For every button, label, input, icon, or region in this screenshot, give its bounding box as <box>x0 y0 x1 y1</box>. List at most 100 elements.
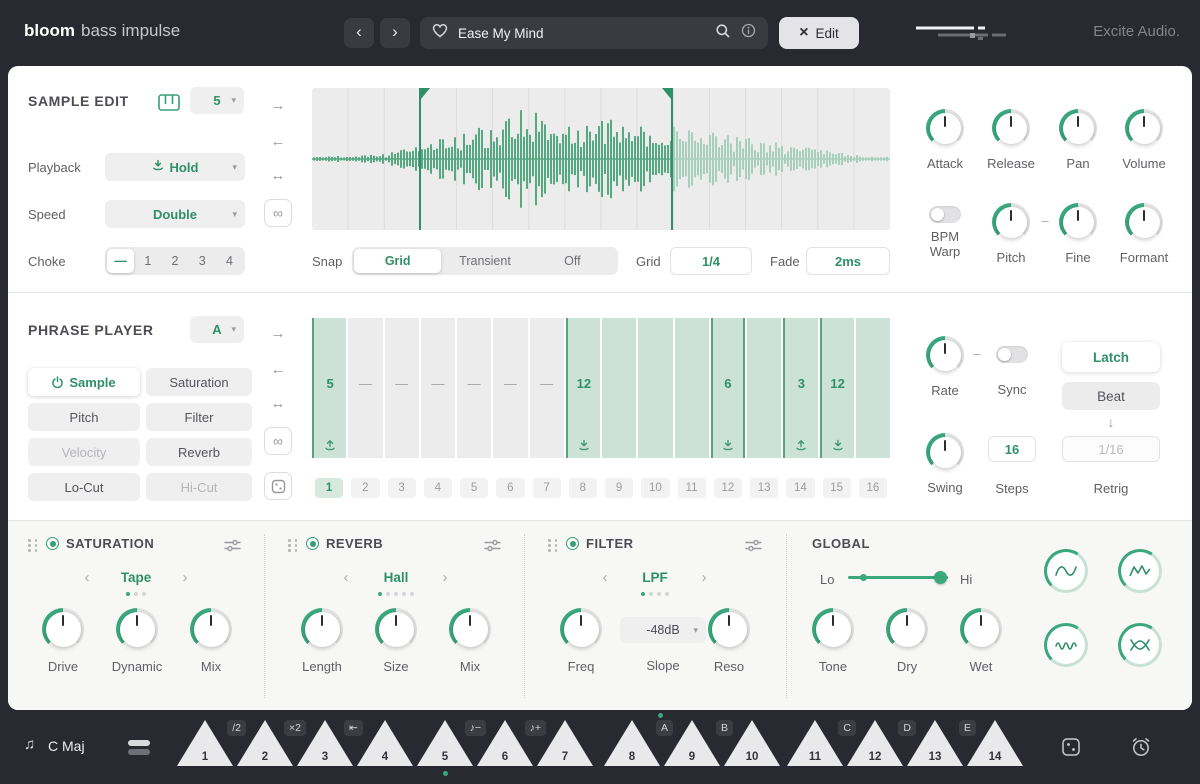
fx-button-velocity[interactable]: Velocity <box>28 438 140 466</box>
bpm-warp-toggle[interactable]: BPMWarp <box>913 206 977 259</box>
loop-infinity-button[interactable]: ∞ <box>264 199 292 227</box>
seq-step-7[interactable]: — <box>530 318 564 458</box>
step-number-4[interactable]: 4 <box>424 478 452 498</box>
knob-dry[interactable] <box>886 608 928 650</box>
seq-step-5[interactable]: — <box>457 318 491 458</box>
sample-end-marker[interactable] <box>671 88 673 230</box>
routing-icon[interactable] <box>224 539 241 557</box>
knob-formant[interactable] <box>1125 203 1163 241</box>
piano-keyboard-button[interactable] <box>154 90 184 114</box>
step-number-10[interactable]: 10 <box>641 478 669 498</box>
phrase-slot-dropdown[interactable]: A ▾ <box>190 316 244 343</box>
grid-value-dropdown[interactable]: 1/4 <box>670 247 752 275</box>
knob-fine[interactable] <box>1059 203 1097 241</box>
seq-step-11[interactable] <box>675 318 709 458</box>
saturation-enable-radio[interactable] <box>46 537 59 550</box>
mod-shape-sine-button[interactable] <box>1044 549 1088 593</box>
knob-wet[interactable] <box>960 608 1002 650</box>
knob-release[interactable] <box>992 109 1030 147</box>
fx-button-saturation[interactable]: Saturation <box>146 368 252 396</box>
pad-11[interactable]: 11C <box>787 720 843 766</box>
seq-step-8[interactable]: 12 <box>566 318 600 458</box>
seq-step-1[interactable]: 5 <box>312 318 346 458</box>
pad-8[interactable]: 8A <box>604 720 660 766</box>
prev-arrow-icon[interactable]: ‹ <box>339 569 353 586</box>
seq-step-3[interactable]: — <box>385 318 419 458</box>
fx-button-pitch[interactable]: Pitch <box>28 403 140 431</box>
seq-step-9[interactable] <box>602 318 636 458</box>
saturation-preset[interactable]: Tape <box>96 570 176 585</box>
option-3[interactable]: 3 <box>189 249 216 273</box>
waveform-display[interactable] <box>312 88 890 230</box>
step-number-5[interactable]: 5 <box>460 478 488 498</box>
step-number-16[interactable]: 16 <box>859 478 887 498</box>
steps-count[interactable]: 16 <box>988 436 1036 462</box>
clock-button[interactable] <box>1128 734 1154 760</box>
knob-attack[interactable] <box>926 109 964 147</box>
next-arrow-icon[interactable]: › <box>438 569 452 586</box>
knob-tone[interactable] <box>812 608 854 650</box>
next-arrow-icon[interactable]: › <box>178 569 192 586</box>
step-number-15[interactable]: 15 <box>823 478 851 498</box>
drag-handle-icon[interactable] <box>288 539 299 552</box>
sync-toggle[interactable]: Sync <box>980 346 1044 397</box>
routing-icon[interactable] <box>484 539 501 557</box>
filter-preset[interactable]: LPF <box>615 570 695 585</box>
knob-pan[interactable] <box>1059 109 1097 147</box>
copy-right-icon[interactable]: → <box>262 321 294 345</box>
copy-left-icon[interactable]: ← <box>262 129 294 153</box>
info-icon[interactable] <box>741 23 756 43</box>
prev-preset-button[interactable]: ‹ <box>344 18 374 48</box>
step-number-6[interactable]: 6 <box>496 478 524 498</box>
reverb-enable-radio[interactable] <box>306 537 319 550</box>
sample-slot-dropdown[interactable]: 5 ▾ <box>190 87 244 114</box>
fx-button-lo-cut[interactable]: Lo-Cut <box>28 473 140 501</box>
search-icon[interactable] <box>715 23 731 44</box>
beat-button[interactable]: Beat <box>1062 382 1160 410</box>
knob-reso[interactable] <box>708 608 750 650</box>
seq-step-13[interactable] <box>747 318 781 458</box>
favorite-heart-icon[interactable] <box>432 23 448 43</box>
fx-button-filter[interactable]: Filter <box>146 403 252 431</box>
seq-step-2[interactable]: — <box>348 318 382 458</box>
toggle-pill[interactable] <box>929 206 961 223</box>
mod-shape-peaks-button[interactable] <box>1118 549 1162 593</box>
knob-dynamic[interactable] <box>116 608 158 650</box>
knob-length[interactable] <box>301 608 343 650</box>
seq-step-15[interactable]: 12 <box>820 318 854 458</box>
step-number-14[interactable]: 14 <box>786 478 814 498</box>
seq-step-10[interactable] <box>638 318 672 458</box>
seq-step-6[interactable]: — <box>493 318 527 458</box>
dice-button[interactable] <box>1058 734 1084 760</box>
knob-mix[interactable] <box>449 608 491 650</box>
knob-pitch[interactable] <box>992 203 1030 241</box>
latch-button[interactable]: Latch <box>1062 342 1160 372</box>
edit-button[interactable]: × Edit <box>779 17 859 49</box>
option-Off[interactable]: Off <box>529 249 616 273</box>
playback-dropdown[interactable]: Hold ▾ <box>105 153 245 181</box>
reverb-preset[interactable]: Hall <box>356 570 436 585</box>
mod-shape-cross-button[interactable] <box>1118 623 1162 667</box>
step-number-11[interactable]: 11 <box>678 478 706 498</box>
option-Grid[interactable]: Grid <box>354 249 441 273</box>
prev-arrow-icon[interactable]: ‹ <box>80 569 94 586</box>
swap-icon[interactable]: ↔ <box>262 163 294 187</box>
step-number-3[interactable]: 3 <box>388 478 416 498</box>
drag-handle-icon[interactable] <box>548 539 559 552</box>
seq-step-14[interactable]: 3 <box>783 318 817 458</box>
option-Transient[interactable]: Transient <box>441 249 528 273</box>
pad-1[interactable]: 1/2 <box>177 720 233 766</box>
knob-swing[interactable] <box>926 433 964 471</box>
randomize-dice-button[interactable] <box>264 472 292 500</box>
toggle-pill[interactable] <box>996 346 1028 363</box>
pad-5[interactable]: 5♪− <box>417 720 473 766</box>
next-preset-button[interactable]: › <box>380 18 410 48</box>
sample-start-marker[interactable] <box>419 88 421 230</box>
step-number-12[interactable]: 12 <box>714 478 742 498</box>
option-—[interactable]: — <box>107 249 134 273</box>
step-number-8[interactable]: 8 <box>569 478 597 498</box>
speed-dropdown[interactable]: Double ▾ <box>105 200 245 228</box>
fx-button-sample[interactable]: Sample <box>28 368 140 396</box>
knob-rate[interactable] <box>926 336 964 374</box>
slope-dropdown[interactable]: -48dB ▾ <box>620 617 706 643</box>
